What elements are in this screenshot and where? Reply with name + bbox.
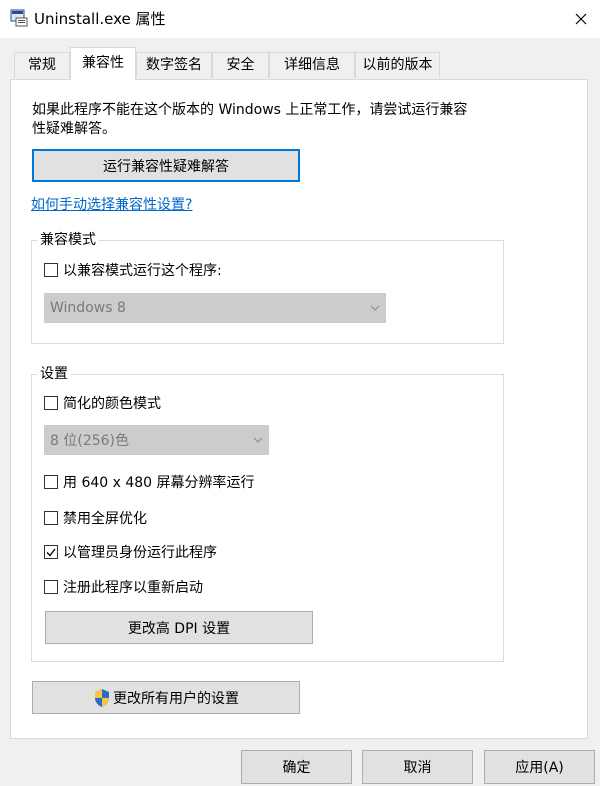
- run-as-admin-checkbox[interactable]: [44, 545, 58, 559]
- compat-mode-checkbox-label: 以兼容模式运行这个程序:: [63, 263, 222, 279]
- compat-mode-group: [31, 240, 504, 344]
- cancel-button[interactable]: 取消: [362, 750, 473, 784]
- chevron-down-icon: [365, 294, 385, 322]
- change-all-users-button[interactable]: 更改所有用户的设置: [32, 681, 300, 714]
- register-restart-label: 注册此程序以重新启动: [63, 580, 203, 596]
- reduced-color-checkbox[interactable]: [44, 396, 58, 410]
- os-version-select-value: Windows 8: [50, 300, 126, 316]
- disable-fullscreen-checkbox[interactable]: [44, 511, 58, 525]
- color-mode-select-value: 8 位(256)色: [50, 433, 130, 449]
- manual-settings-link[interactable]: 如何手动选择兼容性设置?: [31, 194, 192, 214]
- reduced-color-label: 简化的颜色模式: [63, 396, 161, 412]
- disable-fullscreen-label: 禁用全屏优化: [63, 511, 147, 527]
- change-all-users-label: 更改所有用户的设置: [113, 690, 239, 707]
- checkmark-icon: [46, 548, 56, 556]
- register-restart-row[interactable]: 注册此程序以重新启动: [44, 577, 203, 597]
- intro-text-line1: 如果此程序不能在这个版本的 Windows 上正常工作，请尝试运行兼容: [32, 102, 468, 118]
- register-restart-checkbox[interactable]: [44, 580, 58, 594]
- settings-group-label: 设置: [37, 365, 71, 383]
- color-mode-select: 8 位(256)色: [44, 425, 269, 455]
- apply-button[interactable]: 应用(A): [484, 750, 595, 784]
- compat-mode-checkbox-row[interactable]: 以兼容模式运行这个程序:: [44, 260, 222, 280]
- close-icon: [575, 13, 587, 25]
- high-dpi-settings-button[interactable]: 更改高 DPI 设置: [45, 611, 313, 644]
- app-icon: [10, 9, 28, 27]
- res-640-row[interactable]: 用 640 x 480 屏幕分辨率运行: [44, 472, 255, 492]
- close-button[interactable]: [566, 6, 596, 32]
- ok-button[interactable]: 确定: [241, 750, 352, 784]
- run-troubleshooter-button[interactable]: 运行兼容性疑难解答: [32, 149, 300, 182]
- compat-mode-checkbox[interactable]: [44, 263, 58, 277]
- window-title: Uninstall.exe 属性: [34, 10, 166, 28]
- run-as-admin-row[interactable]: 以管理员身份运行此程序: [44, 542, 217, 562]
- tab-compatibility[interactable]: 兼容性: [70, 47, 136, 80]
- res-640-checkbox[interactable]: [44, 475, 58, 489]
- chevron-down-icon: [248, 426, 268, 454]
- title-bar: Uninstall.exe 属性: [0, 0, 600, 38]
- compat-mode-group-label: 兼容模式: [37, 231, 99, 249]
- tab-previous-versions[interactable]: 以前的版本: [355, 52, 440, 78]
- reduced-color-row[interactable]: 简化的颜色模式: [44, 393, 161, 413]
- tab-security[interactable]: 安全: [212, 52, 269, 78]
- run-as-admin-label: 以管理员身份运行此程序: [63, 545, 217, 561]
- shield-icon: [93, 688, 111, 708]
- tab-general[interactable]: 常规: [14, 52, 70, 78]
- tab-digital-signatures[interactable]: 数字签名: [136, 52, 212, 78]
- os-version-select: Windows 8: [44, 293, 386, 323]
- res-640-label: 用 640 x 480 屏幕分辨率运行: [63, 475, 255, 491]
- tab-details[interactable]: 详细信息: [269, 52, 355, 78]
- disable-fullscreen-row[interactable]: 禁用全屏优化: [44, 508, 147, 528]
- intro-text-line2: 性疑难解答。: [32, 121, 116, 137]
